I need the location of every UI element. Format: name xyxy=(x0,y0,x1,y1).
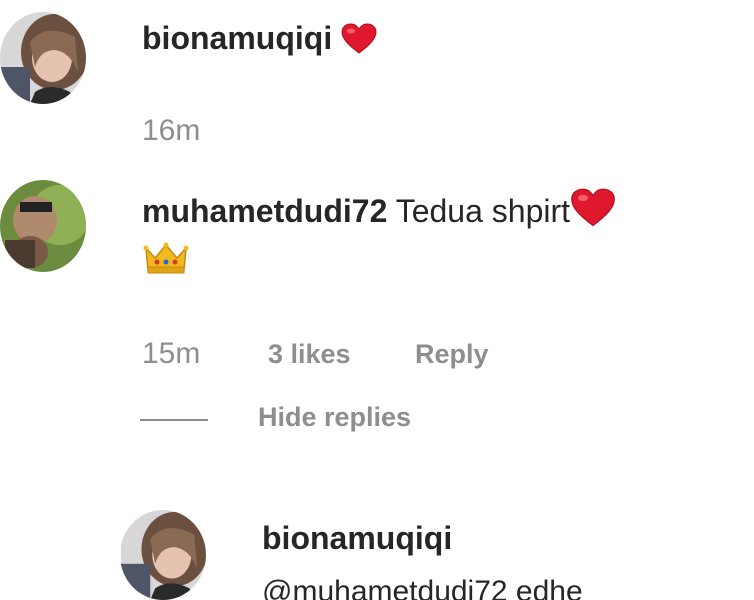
reply-button[interactable]: Reply xyxy=(415,339,489,370)
avatar[interactable] xyxy=(120,510,206,600)
comment-1-username[interactable]: bionamuqiqi xyxy=(142,20,332,56)
reply-text: @muhametdudi72 edhe xyxy=(262,575,583,600)
comment-2: muhametdudi72 Tedua shpirt xyxy=(142,188,616,237)
comment-1: bionamuqiqi xyxy=(142,18,377,64)
comment-2-username[interactable]: muhametdudi72 xyxy=(142,193,387,229)
like-count[interactable]: 3 likes xyxy=(268,339,351,370)
hide-replies-button[interactable]: Hide replies xyxy=(258,402,411,433)
avatar[interactable] xyxy=(0,180,86,272)
heart-icon xyxy=(341,23,377,64)
comments-panel: bionamuqiqi 16m muhametdudi72 Tedua shpi… xyxy=(0,0,754,600)
comment-2-text: Tedua shpirt xyxy=(395,193,571,229)
replies-divider xyxy=(140,419,208,421)
reply-username[interactable]: bionamuqiqi xyxy=(262,520,452,556)
heart-icon xyxy=(570,188,616,237)
reply-username-line: bionamuqiqi xyxy=(262,518,452,558)
comment-1-time: 16m xyxy=(142,114,201,147)
comment-2-time: 15m xyxy=(142,337,201,370)
avatar[interactable] xyxy=(0,12,86,104)
crown-icon xyxy=(143,240,189,276)
